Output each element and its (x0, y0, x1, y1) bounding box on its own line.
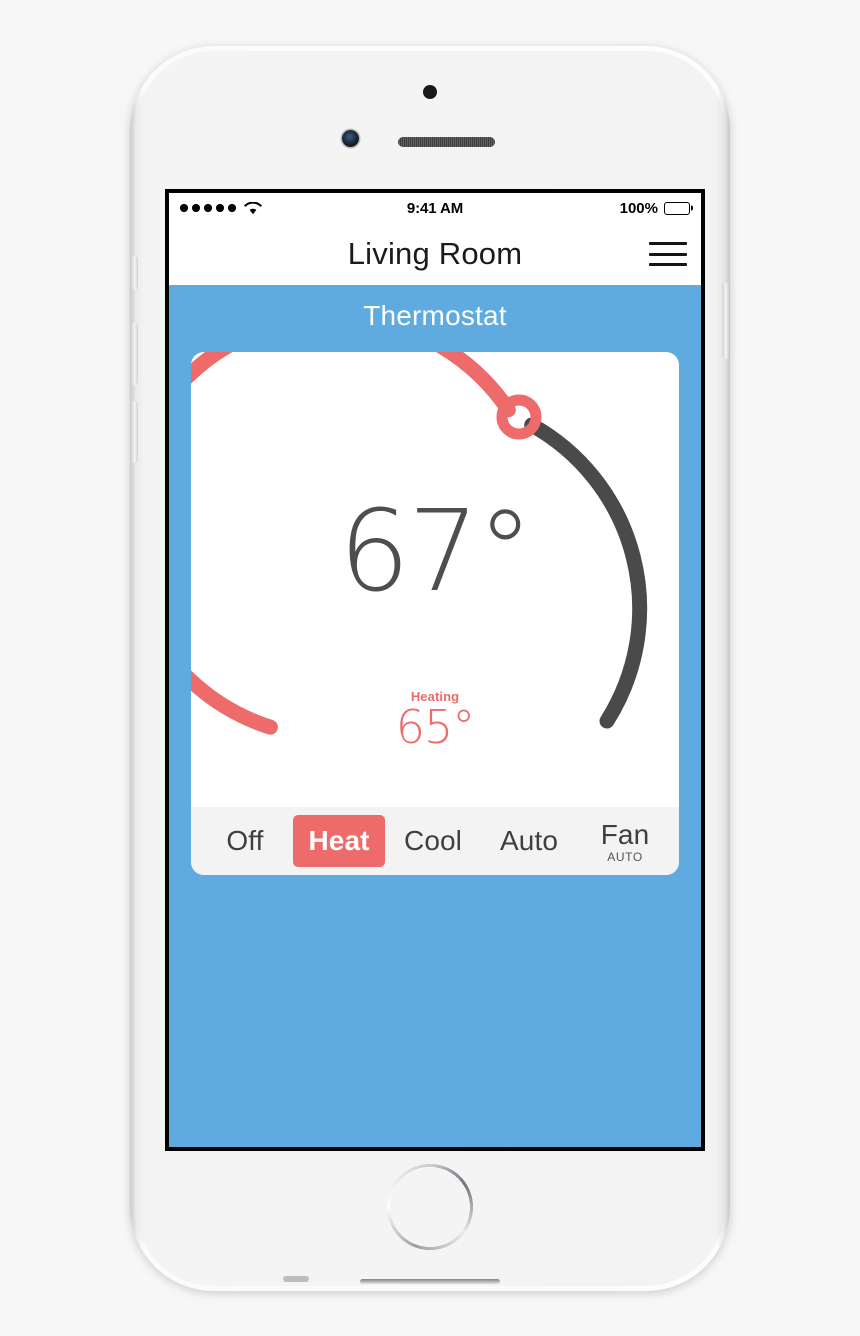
battery-full-icon (664, 201, 693, 215)
thermostat-dial[interactable]: 67° Heating 65° (191, 352, 679, 807)
mode-button-cool[interactable]: Cool (385, 807, 481, 875)
bottom-speaker-icon (360, 1279, 500, 1284)
mode-button-label: Heat (308, 825, 370, 856)
phone-body: 9:41 AM 100% Living Room Thermostat 67° … (131, 51, 729, 1286)
nav-bar: Living Room (169, 223, 701, 285)
hamburger-menu-icon[interactable] (649, 239, 687, 269)
phone-screen: 9:41 AM 100% Living Room Thermostat 67° … (165, 189, 705, 1151)
mode-button-fan[interactable]: Fan AUTO (577, 807, 673, 875)
thermostat-card: 67° Heating 65° Off Heat Cool Auto Fan A… (191, 352, 679, 875)
power-button[interactable] (722, 283, 729, 359)
volume-down-button[interactable] (131, 401, 138, 463)
page-title: Living Room (347, 236, 523, 271)
mode-button-off[interactable]: Off (197, 807, 293, 875)
silent-switch-button[interactable] (131, 256, 138, 290)
status-bar-clock: 9:41 AM (406, 199, 464, 217)
dial-inactive-arc (524, 417, 648, 729)
mode-button-label: Auto (500, 825, 558, 856)
status-bar: 9:41 AM 100% (169, 193, 701, 223)
dial-arc-graphic (191, 352, 648, 735)
mode-selector-bar: Off Heat Cool Auto Fan AUTO (191, 807, 679, 875)
mode-button-label: Cool (404, 825, 462, 856)
front-camera-icon (342, 130, 359, 147)
app-viewport: 9:41 AM 100% Living Room Thermostat 67° … (169, 193, 701, 1147)
proximity-sensor-icon (423, 85, 437, 99)
mode-button-sublabel: AUTO (607, 849, 643, 864)
dial-active-arc (191, 352, 516, 735)
mode-button-heat[interactable]: Heat (293, 815, 385, 867)
section-header: Thermostat (169, 285, 701, 347)
mode-button-label: Off (226, 825, 264, 856)
earpiece-speaker-icon (398, 137, 495, 147)
home-button[interactable] (387, 1164, 473, 1250)
headphone-port-icon (283, 1276, 309, 1282)
mode-button-auto[interactable]: Auto (481, 807, 577, 875)
dial-handle-icon[interactable] (496, 394, 542, 440)
section-title: Thermostat (363, 300, 507, 331)
volume-up-button[interactable] (131, 323, 138, 385)
mode-button-label: Fan (600, 818, 650, 850)
phone-device: 9:41 AM 100% Living Room Thermostat 67° … (130, 46, 730, 1291)
